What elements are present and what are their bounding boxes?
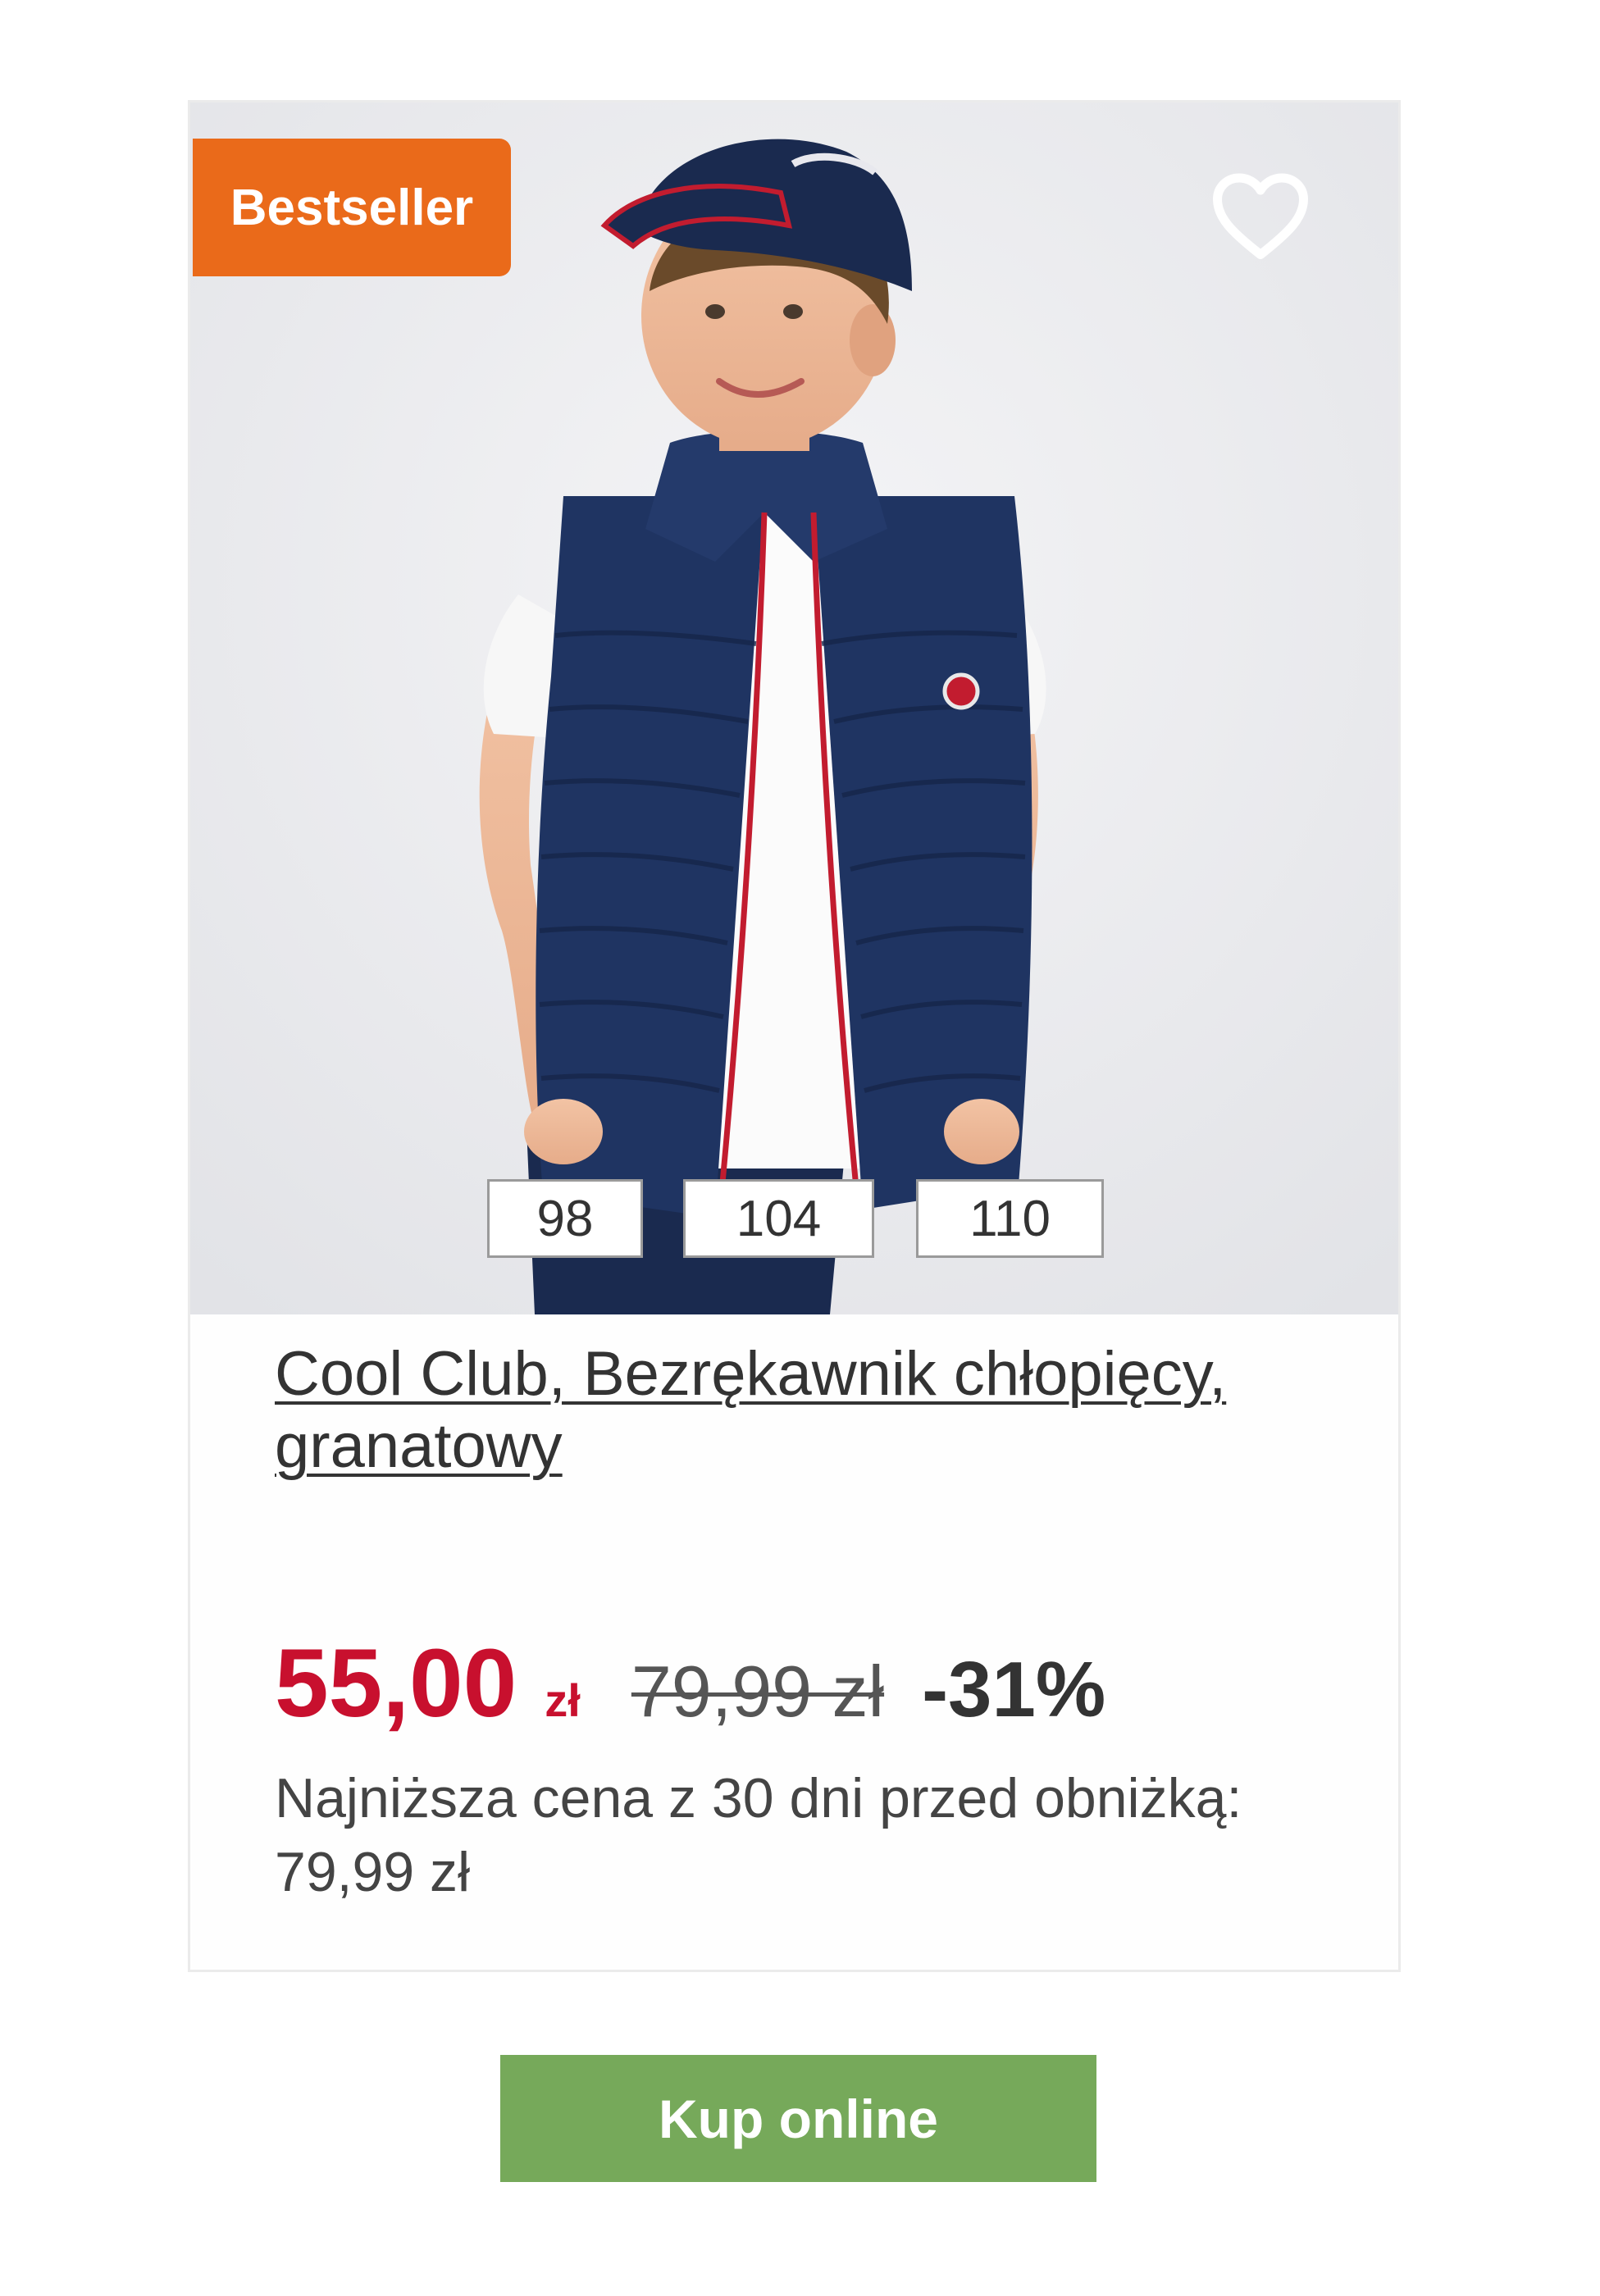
size-option[interactable]: 104 — [683, 1179, 874, 1258]
size-option[interactable]: 98 — [487, 1179, 643, 1258]
size-option[interactable]: 110 — [916, 1179, 1104, 1258]
current-price: 55,00 — [275, 1629, 517, 1738]
lowest-price-label: Najniższa cena z 30 dni przed obniżką: — [275, 1767, 1242, 1829]
lowest-price-info: Najniższa cena z 30 dni przed obniżką: 7… — [275, 1761, 1365, 1909]
product-title-link[interactable]: Cool Club, Bezrękawnik chłopięcy, granat… — [275, 1338, 1275, 1483]
old-price: 79,99 zł — [631, 1651, 885, 1732]
current-price-currency: zł — [545, 1674, 581, 1726]
product-card: Bestseller 98 104 110 Cool Club, Bezręka… — [188, 100, 1401, 1972]
heart-outline-icon — [1213, 173, 1308, 259]
product-photo[interactable] — [190, 102, 1398, 1314]
buy-online-button[interactable]: Kup online — [500, 2055, 1096, 2182]
favorite-button[interactable] — [1207, 166, 1314, 265]
bestseller-badge: Bestseller — [193, 139, 511, 276]
price-row: 55,00 zł 79,99 zł -31% — [275, 1628, 1105, 1751]
lowest-price-value: 79,99 zł — [275, 1841, 471, 1903]
product-image-area[interactable]: Bestseller 98 104 110 — [190, 102, 1398, 1314]
discount-badge: -31% — [922, 1646, 1106, 1733]
